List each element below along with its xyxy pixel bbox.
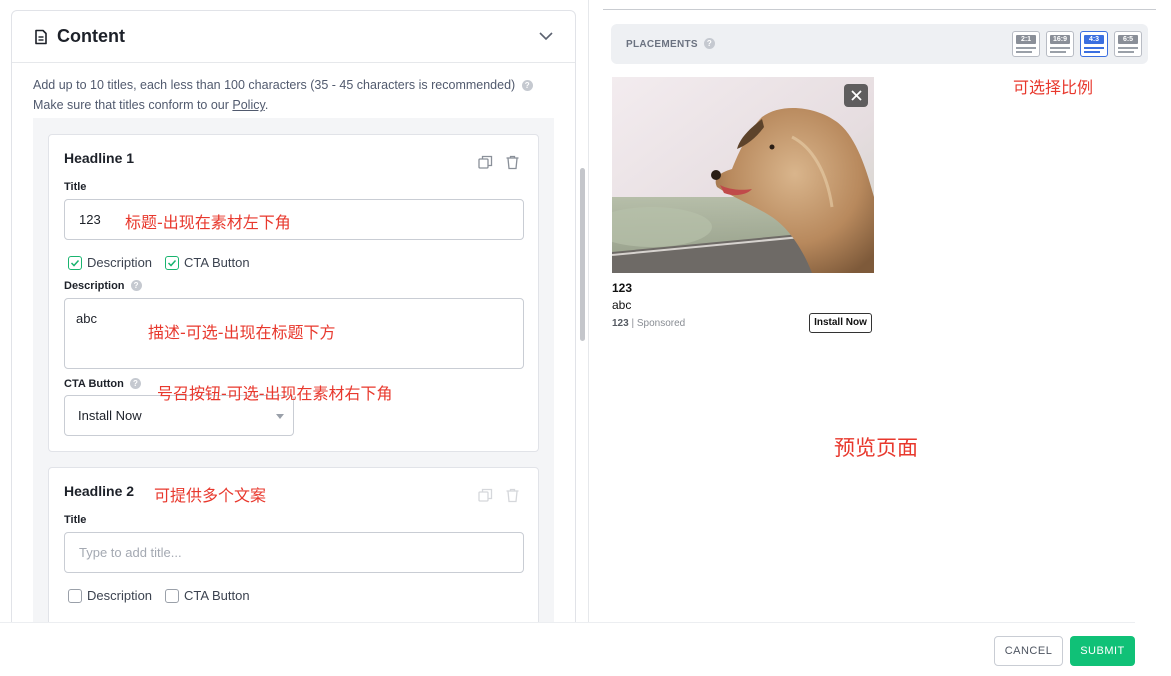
preview-title: 123 [612,281,633,295]
top-divider [603,9,1156,10]
ratio-option-16-9[interactable]: 16:9 [1046,31,1074,57]
title-label: Title [64,181,87,193]
ratio-line [1084,47,1104,49]
ratio-line [1118,51,1134,53]
checkmark-icon [68,255,82,270]
description-checkbox-label: Description [87,255,153,270]
preview-meta: 123 | Sponsored [612,318,686,329]
cancel-button[interactable]: CANCEL [994,636,1063,666]
ratio-option-4-3[interactable]: 4:3 [1080,31,1108,57]
preview-sponsored: Sponsored [636,318,686,329]
title-input-value: 123 [79,212,101,227]
description-checkbox-label: Description [87,588,153,603]
panel-divider [588,0,589,622]
annotation-title: 标题-出现在素材左下角 [125,213,291,232]
trash-icon[interactable] [505,155,520,175]
chevron-down-icon[interactable] [539,28,553,46]
ratio-line [1016,51,1032,53]
description-checkbox[interactable]: Description [68,255,152,270]
content-card-header[interactable]: Content [12,11,575,63]
annotation-ratio: 可选择比例 [1013,78,1094,97]
left-panel: Content Add up to 10 titles, each less t… [0,0,588,622]
checkbox-box [165,588,180,603]
description-checkbox[interactable]: Description [68,588,152,603]
placements-bar: PLACEMENTS ? 2:1 16:9 4:3 6:5 [611,24,1148,64]
cta-checkbox-label: CTA Button [184,255,250,270]
headline-2-title: Headline 2 [64,483,135,499]
ratio-option-2-1[interactable]: 2:1 [1012,31,1040,57]
title-input-2[interactable]: Type to add title... [64,532,524,573]
ratio-line [1084,51,1100,53]
preview-image [612,77,874,273]
ratio-option-6-5[interactable]: 6:5 [1114,31,1142,57]
annotation-description: 描述-可选-出现在标题下方 [148,323,336,342]
headline-card-1: Headline 1 Title 123 Description CTA But… [48,134,539,452]
close-preview-button[interactable] [844,84,868,107]
checkbox-box [68,588,82,603]
intro-policy-suffix: . [264,98,269,112]
preview-description: abc [612,298,632,312]
ratio-tag: 4:3 [1084,35,1104,44]
document-icon [33,29,49,45]
title-input-placeholder: Type to add title... [79,545,182,560]
annotation-cta: 号召按钮-可选-出现在素材右下角 [157,384,393,403]
annotation-preview: 预览页面 [834,436,918,460]
help-icon[interactable]: ? [521,80,533,91]
ratio-tag: 2:1 [1016,35,1036,44]
preview-brand: 123 [612,318,629,329]
title-label: Title [64,514,87,526]
description-value: abc [76,311,97,326]
headline-1-title: Headline 1 [64,150,135,166]
placements-label: PLACEMENTS ? [626,38,715,50]
content-card: Content Add up to 10 titles, each less t… [11,10,576,622]
policy-link[interactable]: Policy [232,98,264,112]
preview-cta-button[interactable]: Install Now [809,313,872,333]
cta-checkbox[interactable]: CTA Button [165,255,250,270]
cta-select-value: Install Now [78,408,142,423]
cta-label: CTA Button ? [64,378,141,390]
ratio-tag: 6:5 [1118,35,1138,44]
intro-policy-prefix: Make sure that titles conform to our [33,98,233,112]
footer-divider [0,622,1135,623]
copy-icon[interactable] [478,155,493,175]
copy-icon[interactable] [478,488,493,508]
cta-label-text: CTA Button [64,378,124,390]
headline-2-options: Description CTA Button [68,588,263,603]
help-icon[interactable]: ? [129,378,141,389]
cta-checkbox-label: CTA Button [184,588,250,603]
headlines-container: Headline 1 Title 123 Description CTA But… [33,118,554,622]
ratio-line [1118,47,1138,49]
description-label: Description ? [64,280,142,292]
ratio-line [1016,47,1036,49]
help-icon[interactable]: ? [130,280,142,291]
caret-down-icon [276,414,284,419]
close-icon [850,90,862,101]
trash-icon[interactable] [505,488,520,508]
content-card-title: Content [57,26,125,46]
content-intro: Add up to 10 titles, each less than 100 … [12,63,575,115]
submit-button[interactable]: SUBMIT [1070,636,1135,666]
scrollbar[interactable] [580,168,585,341]
placements-label-text: PLACEMENTS [626,39,698,50]
description-label-text: Description [64,280,125,292]
checkmark-icon [165,255,180,270]
ratio-tag: 16:9 [1050,35,1070,44]
ratio-line [1050,47,1070,49]
headline-1-tools [478,155,520,175]
headline-card-2: Headline 2 Title Type to add title... De… [48,467,539,622]
headline-2-tools [478,488,520,508]
ratio-line [1050,51,1066,53]
headline-1-options: Description CTA Button [68,255,263,270]
ratio-selector: 2:1 16:9 4:3 6:5 [1012,31,1142,57]
annotation-multi: 可提供多个文案 [154,486,267,505]
intro-text: Add up to 10 titles, each less than 100 … [33,78,516,92]
help-icon[interactable]: ? [704,38,715,49]
cta-checkbox[interactable]: CTA Button [165,588,250,603]
